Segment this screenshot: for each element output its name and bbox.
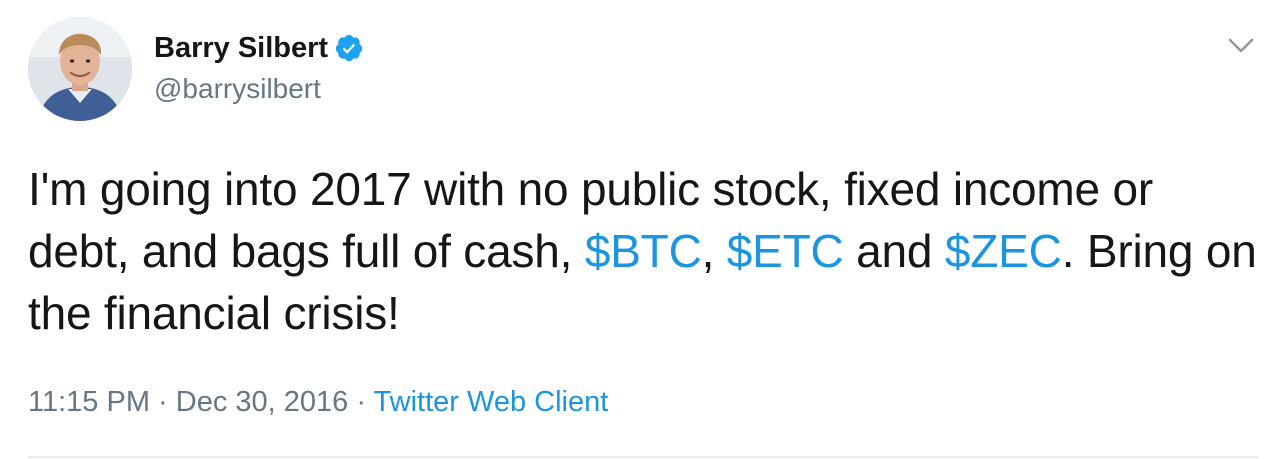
tweet-source-link[interactable]: Twitter Web Client <box>374 386 609 418</box>
meta-separator: · <box>149 386 176 418</box>
avatar[interactable] <box>28 17 132 121</box>
tweet-text-separator: and <box>843 225 945 277</box>
tweet-text: I'm going into 2017 with no public stock… <box>28 158 1258 344</box>
tweet-metadata: 11:15 PM · Dec 30, 2016 · Twitter Web Cl… <box>28 382 608 422</box>
name-row: Barry Silbert <box>154 28 364 68</box>
display-name[interactable]: Barry Silbert <box>154 28 328 68</box>
cashtag-link-etc[interactable]: $ETC <box>727 225 844 277</box>
verified-badge-icon <box>334 33 364 63</box>
meta-separator: · <box>348 386 374 418</box>
tweet-date[interactable]: Dec 30, 2016 <box>176 386 349 418</box>
divider <box>28 456 1258 458</box>
cashtag-link-btc[interactable]: $BTC <box>585 225 702 277</box>
tweet-text-separator: , <box>701 225 727 277</box>
avatar-image <box>28 17 132 121</box>
user-handle[interactable]: @barrysilbert <box>154 70 321 108</box>
chevron-down-icon[interactable] <box>1223 28 1259 64</box>
tweet-card: Barry Silbert @barrysilbert I'm going in… <box>0 0 1280 459</box>
cashtag-link-zec[interactable]: $ZEC <box>945 225 1062 277</box>
tweet-time[interactable]: 11:15 PM <box>28 386 150 418</box>
